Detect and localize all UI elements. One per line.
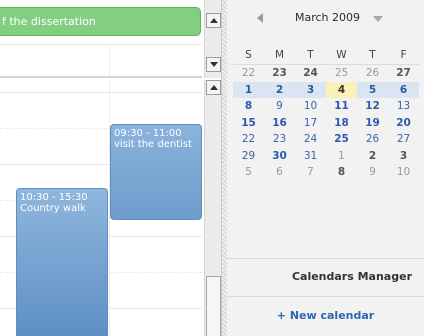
scroll-up-button[interactable] xyxy=(206,80,221,95)
day-cell[interactable]: 19 xyxy=(357,115,388,132)
calendars-manager-title: Calendars Manager xyxy=(291,270,412,283)
day-cell[interactable]: 29 xyxy=(233,148,264,165)
day-cell[interactable]: 16 xyxy=(264,115,295,132)
day-cell[interactable]: 26 xyxy=(357,131,388,148)
chevron-down-icon[interactable] xyxy=(373,16,383,22)
allday-scrollbar[interactable] xyxy=(204,0,221,78)
weekday-label: S xyxy=(245,49,252,61)
day-cell[interactable]: 6 xyxy=(264,164,295,181)
prev-month-icon[interactable] xyxy=(257,13,263,23)
new-calendar-link[interactable]: + New calendar xyxy=(227,299,424,333)
day-cell[interactable]: 23 xyxy=(264,131,295,148)
day-cell[interactable]: 12 xyxy=(357,98,388,115)
allday-event[interactable]: f the dissertation xyxy=(0,7,201,36)
day-cell[interactable]: 24 xyxy=(295,65,326,82)
day-cell[interactable]: 9 xyxy=(357,164,388,181)
day-cell[interactable]: 27 xyxy=(388,65,419,82)
weekday-label: T xyxy=(369,49,376,61)
day-cell[interactable]: 6 xyxy=(388,81,419,98)
arrow-down-icon xyxy=(209,62,218,67)
time-grid[interactable]: 09:30 - 11:00 visit the dentist 10:30 - … xyxy=(0,80,202,336)
day-cell[interactable]: 10 xyxy=(295,98,326,115)
calendars-manager: Calendars Manager + New calendar xyxy=(227,258,424,336)
weekday-label: F xyxy=(400,49,407,61)
day-cell[interactable]: 10 xyxy=(388,164,419,181)
day-cell[interactable]: 5 xyxy=(233,164,264,181)
day-cell[interactable]: 24 xyxy=(295,131,326,148)
day-cell[interactable]: 8 xyxy=(326,164,357,181)
day-cell[interactable]: 8 xyxy=(233,98,264,115)
allday-area: f the dissertation xyxy=(0,0,202,78)
day-cell[interactable]: 30 xyxy=(264,148,295,165)
event-country-walk[interactable]: 10:30 - 15:30 Country walk xyxy=(16,188,108,336)
day-cell[interactable]: 22 xyxy=(233,65,264,82)
weekday-label: W xyxy=(336,49,347,61)
day-cell[interactable]: 20 xyxy=(388,115,419,132)
day-cell[interactable]: 11 xyxy=(326,98,357,115)
day-cell[interactable]: 3 xyxy=(295,81,326,98)
grid-line xyxy=(0,92,202,93)
scrollbar-thumb[interactable] xyxy=(206,276,221,336)
month-label[interactable]: March 2009 xyxy=(295,11,360,24)
allday-divider xyxy=(0,44,202,45)
day-cell[interactable]: 3 xyxy=(388,148,419,165)
scroll-up-button[interactable] xyxy=(206,13,221,28)
day-cell[interactable]: 15 xyxy=(233,115,264,132)
day-cell[interactable]: 9 xyxy=(264,98,295,115)
day-cell[interactable]: 27 xyxy=(388,131,419,148)
day-cell[interactable]: 18 xyxy=(326,115,357,132)
event-time: 09:30 - 11:00 xyxy=(114,128,182,139)
event-visit-the-dentist[interactable]: 09:30 - 11:00 visit the dentist xyxy=(110,124,202,220)
day-cell[interactable]: 13 xyxy=(388,98,419,115)
day-cell[interactable]: 17 xyxy=(295,115,326,132)
day-cell[interactable]: 1 xyxy=(233,81,264,98)
minical-header: March 2009 xyxy=(227,0,424,38)
day-cell[interactable]: 1 xyxy=(326,148,357,165)
day-cell[interactable]: 25 xyxy=(326,65,357,82)
day-cell[interactable]: 23 xyxy=(264,65,295,82)
day-cell[interactable]: 2 xyxy=(264,81,295,98)
side-panel: March 2009 S M T W T F 22 23 24 25 26 27 xyxy=(227,0,424,336)
event-time: 10:30 - 15:30 xyxy=(20,192,88,203)
event-title: visit the dentist xyxy=(114,139,193,150)
event-title: Country walk xyxy=(20,203,86,214)
arrow-up-icon xyxy=(209,85,218,90)
manager-divider xyxy=(227,296,424,297)
weekday-label: M xyxy=(274,49,285,61)
day-cell[interactable]: 31 xyxy=(295,148,326,165)
grid-scrollbar[interactable] xyxy=(204,80,221,336)
day-cell[interactable]: 2 xyxy=(357,148,388,165)
day-cell-today[interactable]: 4 xyxy=(326,81,357,98)
mini-calendar: S M T W T F 22 23 24 25 26 27 1 2 3 4 5 … xyxy=(233,46,419,181)
day-cell[interactable]: 22 xyxy=(233,131,264,148)
day-cell[interactable]: 7 xyxy=(295,164,326,181)
day-cell[interactable]: 26 xyxy=(357,65,388,82)
allday-column-divider xyxy=(109,44,110,76)
day-cell[interactable]: 25 xyxy=(326,131,357,148)
scroll-down-button[interactable] xyxy=(206,57,221,72)
day-cell[interactable]: 5 xyxy=(357,81,388,98)
arrow-up-icon xyxy=(209,18,218,23)
weekday-label: T xyxy=(307,49,314,61)
